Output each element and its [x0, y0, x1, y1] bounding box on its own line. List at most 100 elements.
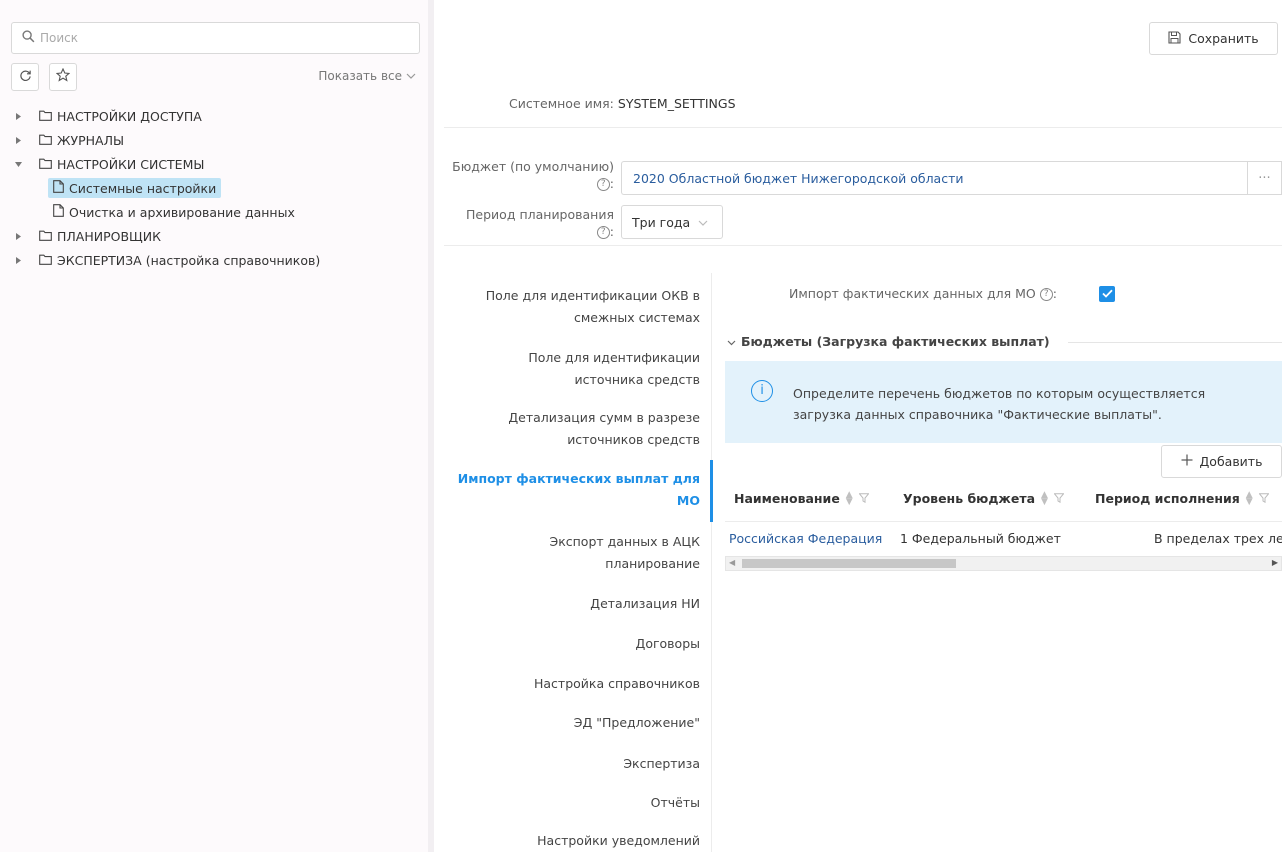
sort-icon[interactable]: ▲ ▼ [1246, 490, 1253, 506]
system-name-value: SYSTEM_SETTINGS [617, 96, 736, 111]
import-label: Импорт фактических данных для МО ?: [789, 286, 1057, 301]
tree-item-journals[interactable]: ЖУРНАЛЫ [0, 128, 428, 152]
tab-reference-settings[interactable]: Настройка справочников [534, 673, 700, 695]
plus-icon [1181, 454, 1193, 469]
tree-item-label: Системные настройки [69, 180, 217, 196]
column-header-period[interactable]: Период исполнения ▲ ▼ [1095, 490, 1270, 506]
sort-icon[interactable]: ▲ ▼ [1041, 490, 1048, 506]
folder-icon [39, 133, 52, 148]
column-header-name[interactable]: Наименование ▲ ▼ [734, 490, 870, 506]
help-icon[interactable]: ? [596, 178, 610, 191]
tab-reports[interactable]: Отчёты [651, 792, 700, 814]
budget-more-button[interactable]: ··· [1247, 161, 1282, 195]
section-header[interactable]: Бюджеты (Загрузка фактических выплат) [727, 334, 1050, 349]
help-icon[interactable]: ? [596, 226, 610, 239]
table-header-divider [725, 521, 1282, 522]
sidebar: Показать все НАСТРОЙКИ ДОСТУПА ЖУРНАЛЫ Н… [0, 0, 428, 852]
refresh-button[interactable] [11, 63, 39, 91]
divider [444, 127, 1282, 128]
folder-icon [39, 253, 52, 268]
tree-item-expertise[interactable]: ЭКСПЕРТИЗА (настройка справочников) [0, 248, 428, 272]
tab-okv-identification[interactable]: Поле для идентификации ОКВ в смежных сист… [486, 285, 700, 329]
expand-arrow-icon[interactable] [14, 112, 22, 120]
expand-arrow-icon[interactable] [14, 136, 22, 144]
info-alert: i Определите перечень бюджетов по которы… [725, 361, 1282, 443]
active-tab-indicator [710, 460, 713, 522]
save-button[interactable]: Сохранить [1149, 22, 1278, 55]
document-icon [53, 180, 64, 196]
horizontal-scrollbar[interactable]: ◀ ▶ [725, 556, 1282, 571]
tab-sum-detailing[interactable]: Детализация сумм в разрезе источников сре… [508, 407, 700, 451]
tab-export-ack[interactable]: Экспорт данных в АЦК планирование [549, 531, 700, 575]
tree-item-access-settings[interactable]: НАСТРОЙКИ ДОСТУПА [0, 104, 428, 128]
tab-source-identification[interactable]: Поле для идентификации источника средств [528, 347, 700, 391]
period-label: Период планирования ?: [466, 207, 614, 239]
system-name: Системное имя: SYSTEM_SETTINGS [509, 96, 736, 111]
tab-notifications[interactable]: Настройки уведомлений [537, 830, 700, 852]
refresh-icon [19, 69, 32, 86]
navigation-tree: НАСТРОЙКИ ДОСТУПА ЖУРНАЛЫ НАСТРОЙКИ СИСТ… [0, 104, 428, 272]
section-divider [1068, 342, 1282, 343]
help-icon[interactable]: ? [1039, 288, 1053, 301]
table-cell-name[interactable]: Российская Федерация [729, 531, 882, 546]
expand-arrow-icon[interactable] [14, 232, 22, 240]
budget-field[interactable]: 2020 Областной бюджет Нижегородской обла… [621, 161, 1247, 195]
folder-icon [39, 157, 52, 172]
sort-icon[interactable]: ▲ ▼ [846, 490, 853, 506]
filter-icon[interactable] [858, 491, 870, 506]
tab-ni-detailing[interactable]: Детализация НИ [590, 593, 700, 615]
info-icon: i [751, 380, 773, 402]
collapse-arrow-icon[interactable] [14, 161, 22, 167]
document-icon [53, 204, 64, 220]
section-title: Бюджеты (Загрузка фактических выплат) [741, 334, 1050, 349]
divider [444, 245, 1282, 246]
tab-expertise[interactable]: Экспертиза [623, 753, 700, 775]
chevron-down-icon [727, 334, 736, 349]
tree-item-label: ЖУРНАЛЫ [57, 132, 124, 148]
add-button[interactable]: Добавить [1161, 445, 1282, 478]
table-cell-level: 1 Федеральный бюджет [900, 531, 1061, 546]
tab-contracts[interactable]: Договоры [636, 633, 700, 655]
tree-item-system-settings-folder[interactable]: НАСТРОЙКИ СИСТЕМЫ [0, 152, 428, 176]
tree-item-scheduler[interactable]: ПЛАНИРОВЩИК [0, 224, 428, 248]
checkmark-icon [1101, 287, 1113, 302]
period-value: Три года [632, 214, 691, 230]
star-icon [55, 67, 71, 86]
tree-item-label: ЭКСПЕРТИЗА (настройка справочников) [57, 252, 321, 268]
scroll-left-icon[interactable]: ◀ [729, 558, 735, 567]
favorites-button[interactable] [49, 63, 77, 91]
add-label: Добавить [1199, 454, 1263, 469]
scroll-right-icon[interactable]: ▶ [1272, 558, 1278, 567]
search-input[interactable] [40, 31, 400, 45]
tab-proposal[interactable]: ЭД "Предложение" [574, 712, 700, 734]
import-checkbox[interactable] [1099, 286, 1115, 302]
tree-item-system-settings[interactable]: Системные настройки [0, 176, 428, 200]
expand-arrow-icon[interactable] [14, 256, 22, 264]
tree-item-label: НАСТРОЙКИ ДОСТУПА [57, 108, 202, 124]
more-icon: ··· [1258, 170, 1271, 186]
period-select[interactable]: Три года [621, 205, 723, 239]
tree-item-label: Очистка и архивирование данных [69, 204, 295, 220]
search-box[interactable] [11, 22, 420, 54]
tree-item-label: ПЛАНИРОВЩИК [57, 228, 161, 244]
folder-icon [39, 109, 52, 124]
show-all-dropdown[interactable]: Показать все [318, 69, 416, 83]
info-text: Определите перечень бюджетов по которым … [793, 386, 1206, 422]
tree-item-data-cleanup[interactable]: Очистка и архивирование данных [0, 200, 428, 224]
save-label: Сохранить [1188, 31, 1259, 46]
search-icon [22, 29, 35, 47]
tabs-divider [711, 273, 712, 852]
tab-import-actual-payments[interactable]: Импорт фактических выплат для МО [458, 468, 700, 512]
table-cell-period: В пределах трех лет [1154, 531, 1282, 546]
column-header-level[interactable]: Уровень бюджета ▲ ▼ [903, 490, 1065, 506]
chevron-down-icon [698, 215, 708, 230]
panel-splitter[interactable] [428, 0, 434, 852]
show-all-label: Показать все [318, 69, 402, 83]
scrollbar-thumb[interactable] [742, 559, 956, 568]
tree-item-label: НАСТРОЙКИ СИСТЕМЫ [57, 156, 205, 172]
filter-icon[interactable] [1258, 491, 1270, 506]
chevron-down-icon [406, 69, 416, 83]
budget-label: Бюджет (по умолчанию) ?: [452, 159, 614, 191]
filter-icon[interactable] [1053, 491, 1065, 506]
floppy-disk-icon [1168, 30, 1181, 47]
